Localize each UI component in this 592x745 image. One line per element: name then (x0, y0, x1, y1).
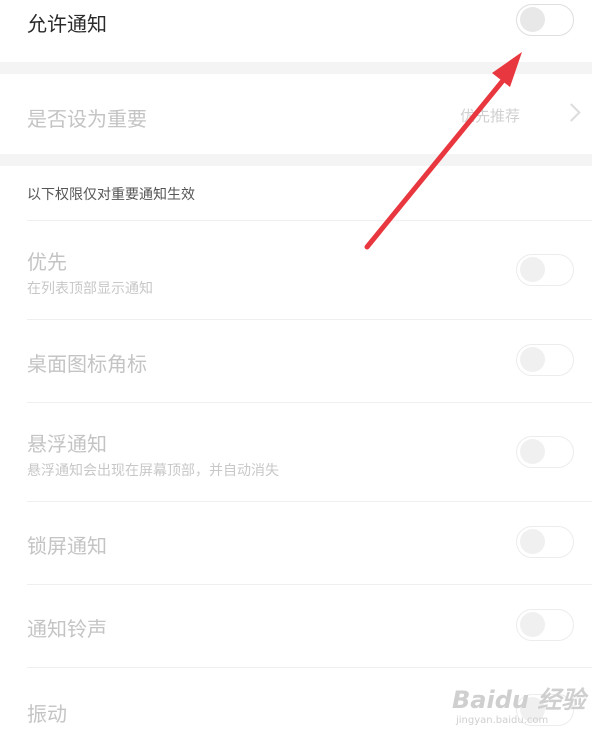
setting-label: 桌面图标角标 (27, 352, 147, 376)
section-header: 以下权限仅对重要通知生效 (27, 187, 195, 203)
toggle-knob (520, 612, 545, 637)
importance-label: 是否设为重要 (27, 107, 147, 131)
setting-label: 锁屏通知 (27, 534, 107, 558)
toggle-knob (520, 347, 545, 372)
setting-row-floating[interactable]: 悬浮通知 悬浮通知会出现在屏幕顶部，并自动消失 (0, 403, 592, 501)
lockscreen-toggle[interactable] (516, 526, 574, 558)
toggle-knob (520, 439, 545, 464)
ringtone-toggle[interactable] (516, 609, 574, 641)
baidu-watermark: Baidu 经验 jingyan.baidu.com (452, 680, 585, 726)
setting-label: 通知铃声 (27, 617, 107, 641)
section-gap (0, 62, 592, 74)
importance-value: 优先推荐 (460, 107, 521, 125)
watermark-brand: Baidu 经验 (452, 686, 586, 714)
setting-label: 优先 (27, 250, 67, 274)
toggle-knob (520, 257, 545, 282)
allow-notification-toggle[interactable] (516, 4, 574, 36)
setting-row-ringtone[interactable]: 通知铃声 (0, 585, 592, 667)
setting-label: 悬浮通知 (27, 432, 107, 456)
badge-toggle[interactable] (516, 344, 574, 376)
allow-notification-label: 允许通知 (27, 12, 107, 36)
priority-toggle[interactable] (516, 254, 574, 286)
setting-subtitle: 悬浮通知会出现在屏幕顶部，并自动消失 (27, 463, 279, 479)
setting-label: 振动 (27, 702, 67, 726)
setting-row-lockscreen[interactable]: 锁屏通知 (0, 502, 592, 584)
allow-notification-row[interactable]: 允许通知 (0, 0, 592, 62)
watermark-url: jingyan.baidu.com (456, 715, 549, 726)
setting-row-badge[interactable]: 桌面图标角标 (0, 320, 592, 402)
floating-toggle[interactable] (516, 436, 574, 468)
setting-subtitle: 在列表顶部显示通知 (27, 281, 153, 297)
setting-row-priority[interactable]: 优先 在列表顶部显示通知 (0, 221, 592, 319)
toggle-knob (520, 7, 545, 32)
toggle-knob (520, 529, 545, 554)
section-gap (0, 154, 592, 166)
